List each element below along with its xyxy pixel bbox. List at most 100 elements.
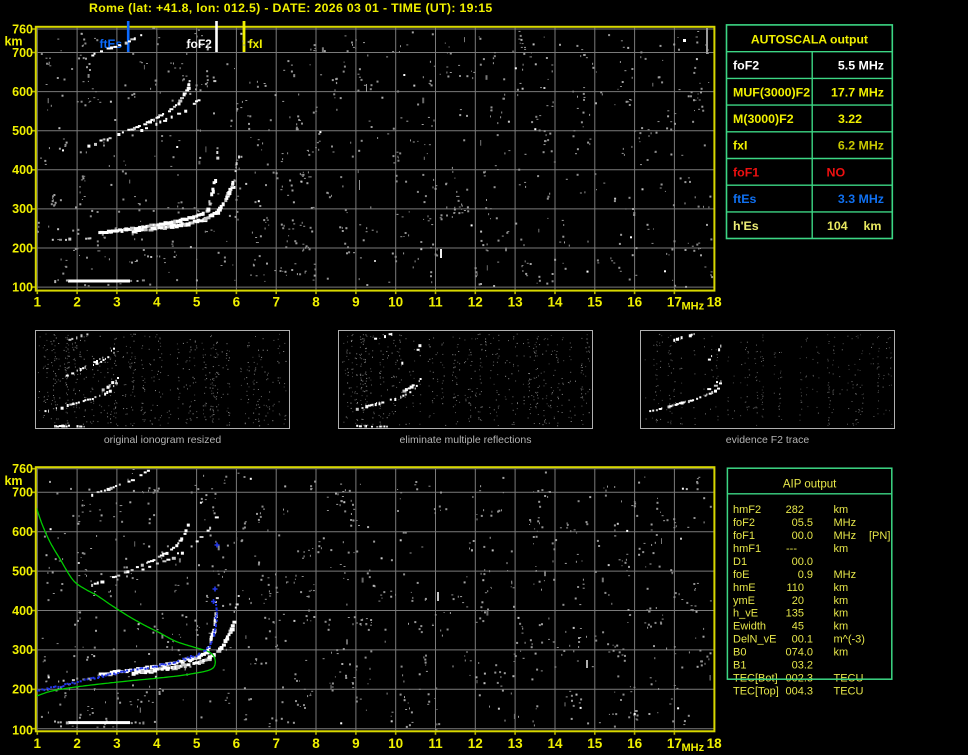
svg-text:400: 400	[12, 604, 33, 618]
svg-text:03.2: 03.2	[792, 660, 813, 672]
svg-text:300: 300	[12, 643, 33, 657]
svg-text:fxI: fxI	[249, 37, 263, 51]
svg-text:12: 12	[468, 294, 483, 309]
svg-text:3.3 MHz: 3.3 MHz	[838, 192, 884, 206]
svg-text:km: km	[834, 621, 849, 633]
svg-text:eliminate multiple reflections: eliminate multiple reflections	[400, 434, 532, 446]
svg-text:h'Es: h'Es	[733, 219, 759, 233]
svg-text:[PN]: [PN]	[869, 530, 890, 542]
svg-text:500: 500	[12, 124, 33, 138]
svg-text:15: 15	[587, 294, 603, 309]
svg-text:17: 17	[667, 736, 682, 751]
svg-text:16: 16	[627, 736, 643, 751]
svg-text:16: 16	[627, 294, 643, 309]
svg-text:3: 3	[113, 294, 121, 309]
svg-text:km: km	[863, 219, 881, 233]
svg-text:11: 11	[428, 736, 443, 751]
svg-text:M(3000)F2: M(3000)F2	[733, 112, 794, 126]
svg-text:45: 45	[792, 621, 804, 633]
svg-text:MHz: MHz	[682, 301, 705, 313]
svg-text:004.3: 004.3	[785, 685, 813, 697]
svg-text:200: 200	[12, 683, 33, 697]
svg-text:400: 400	[12, 163, 33, 177]
svg-text:6.2 MHz: 6.2 MHz	[838, 139, 884, 153]
svg-text:TEC[Bot]: TEC[Bot]	[733, 672, 778, 684]
svg-text:10: 10	[388, 294, 403, 309]
svg-text:14: 14	[547, 736, 563, 751]
svg-text:fxI: fxI	[733, 139, 747, 153]
svg-text:km: km	[834, 595, 849, 607]
svg-text:110: 110	[786, 582, 804, 594]
svg-text:TECU: TECU	[834, 672, 864, 684]
svg-text:km: km	[834, 504, 849, 516]
svg-text:m^(-3): m^(-3)	[834, 634, 865, 646]
svg-text:foF2: foF2	[733, 517, 755, 529]
svg-text:5: 5	[193, 736, 201, 751]
svg-text:Ewidth: Ewidth	[733, 621, 766, 633]
svg-text:20: 20	[792, 595, 804, 607]
svg-text:074.0: 074.0	[785, 647, 813, 659]
svg-text:6: 6	[233, 736, 241, 751]
svg-text:002.3: 002.3	[785, 672, 813, 684]
svg-text:evidence F2 trace: evidence F2 trace	[726, 434, 810, 446]
svg-text:foF2: foF2	[733, 59, 759, 73]
svg-text:km: km	[4, 34, 22, 48]
svg-text:7: 7	[272, 294, 280, 309]
svg-text:1: 1	[34, 736, 42, 751]
svg-text:15: 15	[587, 736, 603, 751]
svg-text:104: 104	[827, 219, 848, 233]
svg-text:DelN_vE: DelN_vE	[733, 634, 776, 646]
svg-text:ymE: ymE	[733, 595, 755, 607]
svg-text:3.22: 3.22	[838, 112, 862, 126]
svg-text:foF1: foF1	[733, 530, 755, 542]
svg-text:MHz: MHz	[682, 742, 705, 754]
svg-text:MHz: MHz	[834, 517, 857, 529]
svg-text:11: 11	[428, 294, 443, 309]
svg-text:00.1: 00.1	[792, 634, 813, 646]
svg-text:300: 300	[12, 202, 33, 216]
svg-text:3: 3	[113, 736, 121, 751]
svg-text:14: 14	[547, 294, 563, 309]
svg-text:13: 13	[508, 736, 524, 751]
svg-text:---: ---	[786, 543, 797, 555]
svg-text:B1: B1	[733, 660, 746, 672]
svg-text:h_vE: h_vE	[733, 608, 758, 620]
svg-text:7: 7	[272, 736, 280, 751]
svg-text:9: 9	[352, 736, 360, 751]
svg-text:4: 4	[153, 736, 161, 751]
svg-text:hmF1: hmF1	[733, 543, 761, 555]
svg-text:500: 500	[12, 564, 33, 578]
svg-text:282: 282	[786, 504, 804, 516]
svg-text:TECU: TECU	[834, 685, 864, 697]
svg-text:00.0: 00.0	[792, 556, 813, 568]
svg-text:km: km	[4, 474, 22, 488]
svg-text:NO: NO	[827, 165, 846, 179]
svg-text:135: 135	[786, 608, 804, 620]
svg-text:2: 2	[73, 736, 81, 751]
svg-text:MHz: MHz	[834, 530, 857, 542]
svg-text:B0: B0	[733, 647, 746, 659]
svg-text:TEC[Top]: TEC[Top]	[733, 685, 779, 697]
svg-text:5: 5	[193, 294, 201, 309]
svg-text:foE: foE	[733, 569, 750, 581]
svg-text:MUF(3000)F2: MUF(3000)F2	[733, 85, 810, 99]
svg-text:10: 10	[388, 736, 403, 751]
svg-text:00.0: 00.0	[792, 530, 813, 542]
svg-text:600: 600	[12, 525, 33, 539]
svg-text:ftEs: ftEs	[733, 192, 757, 206]
svg-text:km: km	[834, 543, 849, 555]
svg-text:original ionogram resized: original ionogram resized	[104, 434, 221, 446]
svg-text:18: 18	[707, 736, 723, 751]
svg-text:hmE: hmE	[733, 582, 756, 594]
svg-text:12: 12	[468, 736, 483, 751]
svg-text:4: 4	[153, 294, 161, 309]
svg-text:2: 2	[73, 294, 81, 309]
svg-text:Rome (lat: +41.8, lon: 012.5): Rome (lat: +41.8, lon: 012.5) - DATE: 20…	[89, 1, 493, 15]
svg-text:100: 100	[12, 280, 33, 294]
svg-text:17: 17	[667, 294, 682, 309]
svg-text:foF1: foF1	[733, 165, 759, 179]
svg-text:1: 1	[34, 294, 42, 309]
svg-text:600: 600	[12, 85, 33, 99]
svg-text:km: km	[834, 608, 849, 620]
svg-text:0.9: 0.9	[798, 569, 813, 581]
